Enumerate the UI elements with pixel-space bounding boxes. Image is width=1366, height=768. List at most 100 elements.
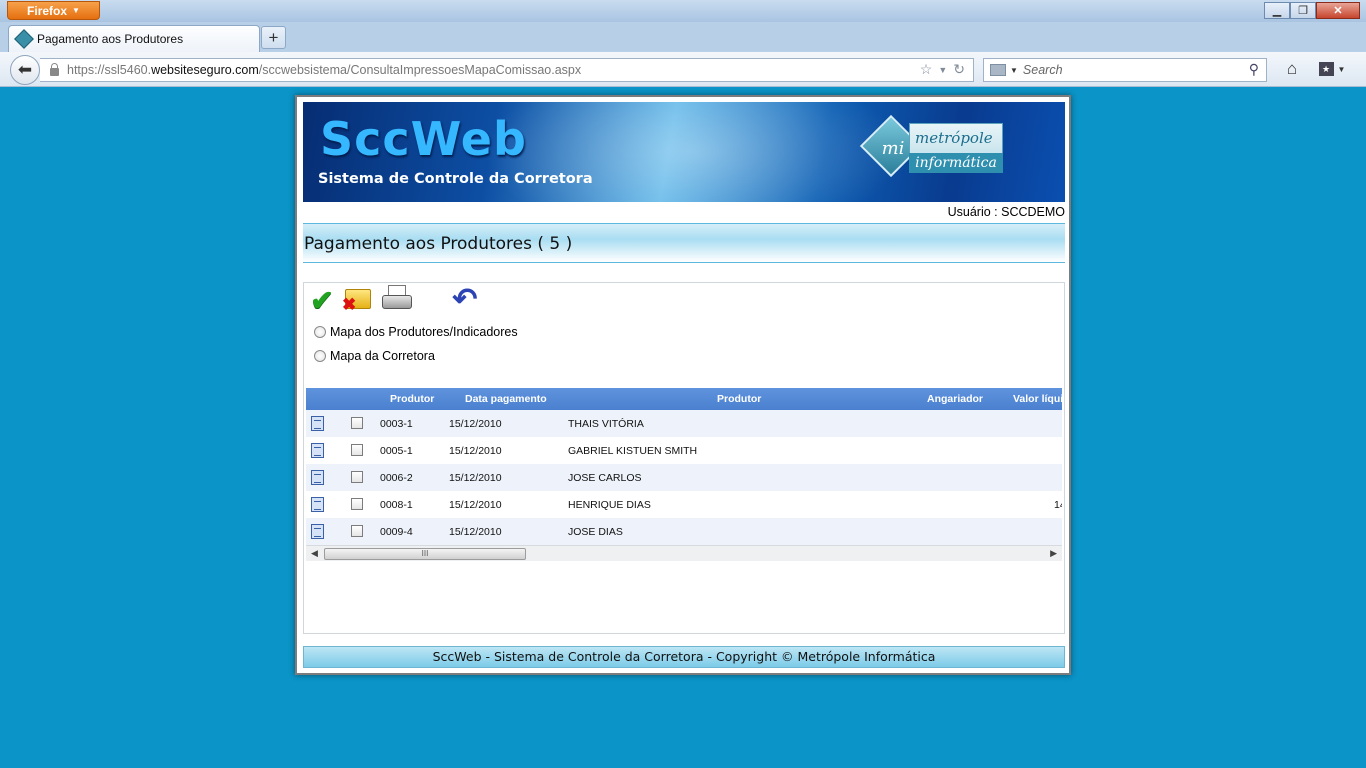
minimize-button[interactable]: ▁: [1264, 2, 1290, 19]
company-logo-word2: informática: [909, 153, 1003, 173]
cell-valor: 14: [1054, 499, 1062, 511]
table-row: 0005-1 15/12/2010 GABRIEL KISTUEN SMITH: [306, 437, 1062, 464]
browser-tab[interactable]: Pagamento aos Produtores: [8, 25, 260, 52]
printer-body: [382, 295, 412, 309]
table-row: 0003-1 15/12/2010 THAIS VITÓRIA: [306, 410, 1062, 437]
bookmark-star-icon[interactable]: ☆: [920, 61, 933, 78]
chevron-down-icon: ▼: [72, 6, 80, 15]
cell-name: THAIS VITÓRIA: [568, 418, 644, 430]
row-checkbox[interactable]: [351, 498, 363, 510]
company-logo-mark: mi: [881, 138, 905, 159]
url-prefix: https://ssl5460.: [67, 63, 152, 77]
table-row: 0009-4 15/12/2010 JOSE DIAS: [306, 518, 1062, 545]
chevron-down-icon: ▼: [1010, 65, 1018, 75]
column-header-produtor-code[interactable]: Produtor: [390, 393, 434, 405]
document-icon[interactable]: [311, 497, 324, 512]
new-tab-button[interactable]: +: [261, 26, 286, 49]
row-checkbox[interactable]: [351, 417, 363, 429]
back-arrow-icon: ⬅: [17, 60, 33, 79]
content-panel: ✔ ✖ ↶ Mapa dos Produtores/Indicadores Ma…: [303, 282, 1065, 634]
url-bar[interactable]: https://ssl5460. websiteseguro.com/sccweb…: [40, 58, 974, 82]
document-icon[interactable]: [311, 470, 324, 485]
row-checkbox[interactable]: [351, 444, 363, 456]
tab-bar: Pagamento aos Produtores +: [0, 22, 1366, 52]
search-engine-icon[interactable]: [990, 64, 1006, 76]
document-icon[interactable]: [311, 443, 324, 458]
option-label: Mapa dos Produtores/Indicadores: [330, 325, 518, 339]
navigation-bar: ⬅ https://ssl5460. websiteseguro.com/sccw…: [0, 52, 1366, 87]
confirm-check-icon[interactable]: ✔: [306, 284, 338, 316]
firefox-menu-label: Firefox: [27, 3, 68, 18]
cell-code: 0006-2: [380, 472, 413, 484]
cell-date: 15/12/2010: [449, 418, 502, 430]
option-mapa-produtores[interactable]: Mapa dos Produtores/Indicadores: [314, 325, 518, 339]
cell-name: HENRIQUE DIAS: [568, 499, 651, 511]
url-path: /sccwebsistema/ConsultaImpressoesMapaCom…: [258, 63, 582, 77]
cell-code: 0003-1: [380, 418, 413, 430]
column-header-angariador[interactable]: Angariador: [927, 393, 983, 405]
results-grid: Produtor Data pagamento Produtor Angaria…: [306, 388, 1062, 563]
home-button[interactable]: ⌂: [1281, 58, 1303, 80]
app-title: SccWeb: [320, 112, 527, 166]
grid-header: Produtor Data pagamento Produtor Angaria…: [306, 388, 1062, 410]
radio-mapa-corretora[interactable]: [314, 350, 326, 362]
magnifier-icon[interactable]: ⚲: [1249, 61, 1259, 78]
horizontal-scrollbar[interactable]: ◀ III ▶: [306, 545, 1062, 561]
maximize-button[interactable]: ❐: [1290, 2, 1316, 19]
current-user: Usuário : SCCDEMO: [947, 205, 1065, 219]
chevron-down-icon: ▼: [1337, 64, 1346, 74]
app-banner: SccWeb Sistema de Controle da Corretora …: [303, 102, 1065, 202]
scroll-thumb[interactable]: III: [324, 548, 526, 560]
cell-date: 15/12/2010: [449, 499, 502, 511]
window-titlebar: Firefox ▼ ▁ ❐ ✕: [0, 0, 1366, 22]
row-checkbox[interactable]: [351, 525, 363, 537]
lock-icon: [50, 62, 59, 76]
cell-code: 0009-4: [380, 526, 413, 538]
back-button[interactable]: ⬅: [10, 55, 40, 85]
table-row: 0008-1 15/12/2010 HENRIQUE DIAS 14: [306, 491, 1062, 518]
cell-code: 0005-1: [380, 445, 413, 457]
company-logo-word1: metrópole: [915, 129, 993, 147]
cell-code: 0008-1: [380, 499, 413, 511]
cell-name: JOSE DIAS: [568, 526, 623, 538]
cell-date: 15/12/2010: [449, 472, 502, 484]
undo-back-icon[interactable]: ↶: [449, 283, 481, 316]
column-header-data-pagamento[interactable]: Data pagamento: [465, 393, 547, 405]
cell-name: GABRIEL KISTUEN SMITH: [568, 445, 698, 457]
page-container: SccWeb Sistema de Controle da Corretora …: [295, 95, 1071, 675]
cell-date: 15/12/2010: [449, 445, 502, 457]
column-header-valor[interactable]: Valor líqui: [1013, 393, 1062, 405]
history-dropdown-icon[interactable]: ▼: [938, 65, 947, 78]
page-header: Pagamento aos Produtores ( 5 ): [303, 223, 1065, 263]
window-controls: ▁ ❐ ✕: [1264, 2, 1360, 19]
column-header-produtor-name[interactable]: Produtor: [717, 393, 761, 405]
close-window-button[interactable]: ✕: [1316, 2, 1360, 19]
option-label: Mapa da Corretora: [330, 349, 435, 363]
clear-folder-icon[interactable]: ✖: [342, 283, 374, 315]
cell-date: 15/12/2010: [449, 526, 502, 538]
cell-name: JOSE CARLOS: [568, 472, 642, 484]
option-mapa-corretora[interactable]: Mapa da Corretora: [314, 349, 435, 363]
document-icon[interactable]: [311, 524, 324, 539]
radio-mapa-produtores[interactable]: [314, 326, 326, 338]
printer-icon[interactable]: [380, 283, 412, 315]
bookmarks-icon: ★: [1318, 62, 1334, 76]
document-icon[interactable]: [311, 416, 324, 431]
search-placeholder: Search: [1022, 63, 1063, 77]
row-checkbox[interactable]: [351, 471, 363, 483]
page-footer: SccWeb - Sistema de Controle da Corretor…: [303, 646, 1065, 668]
url-host: websiteseguro.com: [151, 63, 259, 77]
home-icon: ⌂: [1286, 59, 1298, 78]
scroll-left-icon[interactable]: ◀: [311, 548, 318, 559]
banner-light-wave: [483, 102, 903, 202]
search-bar[interactable]: ▼ Search ⚲: [983, 58, 1267, 82]
url-tools: ☆ ▼ ↻: [920, 61, 965, 78]
table-row: 0006-2 15/12/2010 JOSE CARLOS: [306, 464, 1062, 491]
page-title: Pagamento aos Produtores ( 5 ): [304, 234, 573, 254]
scroll-right-icon[interactable]: ▶: [1050, 548, 1057, 559]
reload-icon[interactable]: ↻: [953, 61, 965, 78]
app-subtitle: Sistema de Controle da Corretora: [318, 171, 593, 187]
firefox-menu-button[interactable]: Firefox ▼: [7, 1, 100, 20]
tab-title: Pagamento aos Produtores: [37, 32, 184, 46]
bookmarks-menu-button[interactable]: ★ ▼: [1314, 59, 1350, 79]
